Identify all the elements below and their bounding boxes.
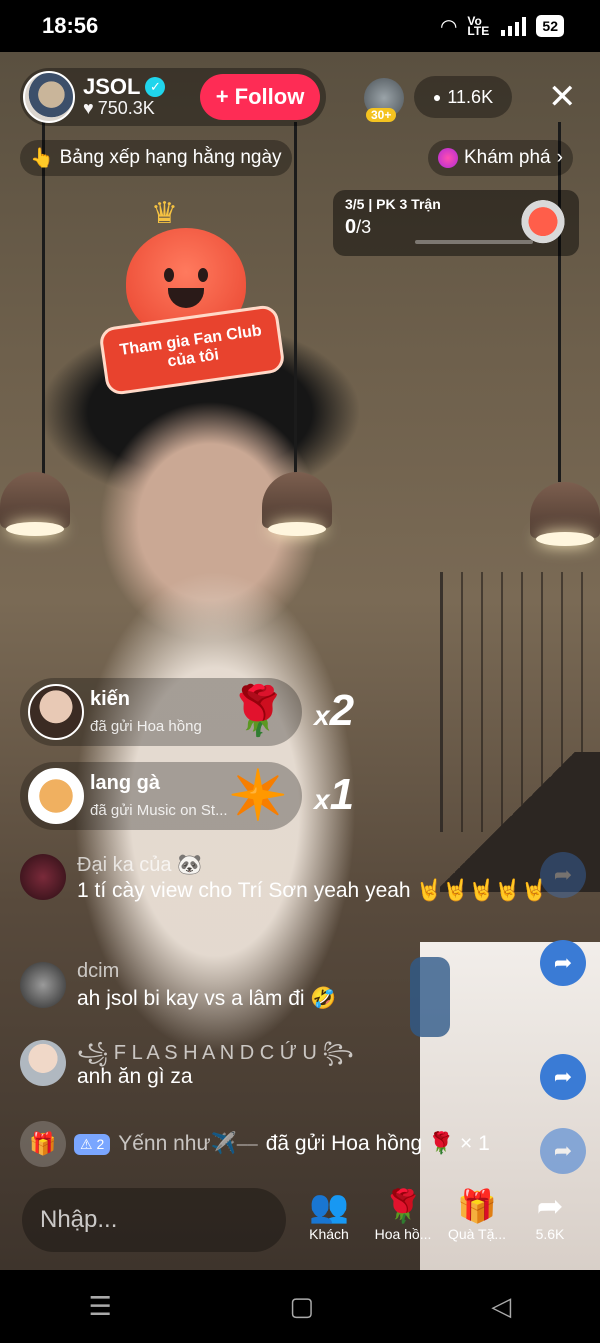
comment-input[interactable]: Nhập... (22, 1188, 286, 1252)
rose-gift-icon: 🌹 (228, 685, 288, 738)
gift-sender-name: lang gà (90, 772, 161, 794)
pk-score: 0 (345, 216, 357, 238)
pk-battle-panel[interactable]: 3/5 | PK 3 Trận 0/3 (333, 190, 579, 256)
fan-club-sticker[interactable]: ♛ Tham gia Fan Club của tôi (96, 188, 286, 398)
wifi-icon: ◠ (439, 15, 458, 38)
gift-label: Quà Tặ... (447, 1226, 507, 1242)
back-icon[interactable]: ◁ (491, 1291, 511, 1322)
planet-icon (438, 148, 458, 168)
comment-avatar (20, 962, 66, 1008)
share-icon[interactable]: ➦ (540, 852, 586, 898)
status-icons: ◠ Vo LTE 52 (440, 14, 564, 39)
status-time: 18:56 (42, 13, 99, 38)
gift-sender-name: kiến (90, 688, 131, 710)
comment-username: Đại ka của 🐼 (77, 854, 202, 876)
comment-text: anh ăn gì za (77, 1065, 193, 1088)
host-likes: 750.3K (97, 98, 155, 119)
system-message-user: Yếnn như✈️⎯⎯ (118, 1132, 258, 1155)
guest-button[interactable]: 👥 Khách (294, 1186, 364, 1242)
follow-button[interactable]: + Follow (200, 74, 320, 120)
comment-input-placeholder: Nhập... (40, 1206, 118, 1233)
gift-notification[interactable]: lang gà đã gửi Music on St... ✴️ x1 (20, 762, 354, 830)
lamp-cord (558, 122, 561, 482)
guest-label: Khách (309, 1226, 349, 1242)
network-type: Vo LTE (467, 14, 490, 38)
menu-icon[interactable]: ☰ (89, 1291, 112, 1322)
gift-button[interactable]: 🎁 Quà Tặ... (442, 1186, 512, 1242)
rank-badge: 30+ (366, 108, 397, 122)
top-viewer-badge[interactable]: 30+ (364, 78, 408, 122)
chevron-right-icon: › (556, 147, 563, 168)
pk-title: PK 3 Trận (376, 196, 441, 212)
comment-text: 1 tí cày view cho Trí Sơn yeah yeah 🤘🤘🤘🤘… (77, 879, 548, 902)
gift-multiplier: x2 (314, 686, 355, 735)
pendant-lamp (262, 472, 332, 536)
battery-icon: 52 (536, 15, 564, 37)
comment-text: ah jsol bi kay vs a lâm đi 🤣 (77, 987, 337, 1010)
system-message-action: đã gửi Hoa hồng 🌹 × 1 (265, 1132, 490, 1155)
gift-system-message[interactable]: 🎁 ⚠ 2 Yếnn như✈️⎯⎯ đã gửi Hoa hồng 🌹 × 1 (20, 1121, 580, 1167)
pk-mascot-icon (519, 200, 567, 248)
fan-club-label: Tham gia Fan Club của tôi (98, 303, 286, 397)
comment-avatar (20, 1040, 66, 1086)
status-bar: 18:56 ◠ Vo LTE 52 (0, 0, 600, 52)
crown-icon: ♛ (151, 197, 178, 230)
share-icon[interactable]: ➦ (540, 940, 586, 986)
share-count: 5.6K (535, 1226, 565, 1242)
chat-comment[interactable]: dcim ah jsol bi kay vs a lâm đi 🤣 (20, 960, 580, 1020)
rose-gift-button[interactable]: 🌹 Hoa hồ... (368, 1186, 438, 1242)
user-level-badge: ⚠ 2 (74, 1133, 111, 1155)
verified-icon: ✓ (145, 77, 166, 98)
daily-ranking-label: Bảng xếp hạng hằng ngày (59, 147, 282, 168)
share-arrow-icon: ➦ (536, 1188, 564, 1224)
gift-icon: 🎁 (457, 1188, 497, 1224)
comment-username: dcim (77, 960, 120, 982)
rose-label: Hoa hồ... (374, 1226, 432, 1242)
gift-notification[interactable]: kiến đã gửi Hoa hồng 🌹 x2 (20, 678, 354, 746)
guests-icon: 👥 (309, 1188, 349, 1224)
comment-avatar (20, 854, 66, 900)
hand-icon: 👆 (30, 148, 54, 169)
gift-action: đã gửi Hoa hồng (90, 718, 202, 735)
viewer-count[interactable]: ● 11.6K (414, 76, 512, 118)
signal-icon (501, 16, 527, 36)
explore-label: Khám phá (464, 147, 551, 168)
pk-match: 3/5 (345, 196, 365, 212)
daily-ranking-chip[interactable]: 👆 Bảng xếp hạng hằng ngày (20, 140, 292, 176)
gift-sender-avatar (28, 684, 84, 740)
gift-sender-avatar (28, 768, 84, 824)
heart-icon: ♥ (83, 98, 94, 119)
gift-multiplier: x1 (314, 770, 355, 819)
share-button[interactable]: ➦ 5.6K (515, 1186, 585, 1242)
share-icon[interactable]: ➦ (540, 1054, 586, 1100)
lamp-cord (42, 122, 45, 502)
gift-action: đã gửi Music on St... (90, 802, 228, 819)
pendant-lamp (0, 472, 70, 536)
home-icon[interactable]: ▢ (289, 1291, 314, 1322)
system-nav-bar: ☰ ▢ ◁ (0, 1270, 600, 1343)
chat-comment[interactable]: Đại ka của 🐼 1 tí cày view cho Trí Sơn y… (20, 852, 580, 942)
music-gift-icon: ✴️ (228, 769, 288, 822)
explore-chip[interactable]: Khám phá › (428, 140, 573, 176)
chat-comment[interactable]: ꧁ F L A S H A N D C Ứ U ꧂ anh ăn gì za (20, 1038, 580, 1098)
close-icon[interactable]: ✕ (548, 80, 577, 114)
pendant-lamp (530, 482, 600, 546)
person-icon: ● (432, 89, 442, 105)
host-avatar[interactable] (23, 71, 75, 123)
rose-icon: 🌹 (383, 1188, 423, 1224)
pk-total: /3 (356, 217, 372, 237)
viewer-count-value: 11.6K (447, 86, 494, 107)
gift-box-icon[interactable]: 🎁 (20, 1121, 66, 1167)
bottom-action-bar: Nhập... 👥 Khách 🌹 Hoa hồ... 🎁 Quà Tặ... … (0, 1178, 600, 1270)
lamp-cord (294, 122, 297, 482)
pk-progress-bar (415, 240, 533, 244)
host-name: JSOL (83, 74, 141, 99)
